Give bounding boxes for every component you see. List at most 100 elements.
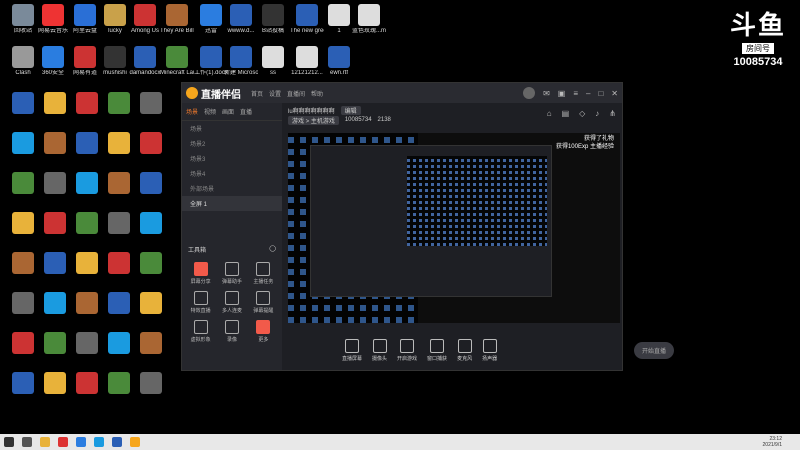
camera-button[interactable]: 摄像头 <box>372 338 387 362</box>
desktop-icon[interactable]: 阿里云盘 <box>68 4 102 35</box>
left-tab-0[interactable]: 场景 <box>186 107 198 116</box>
tool-item[interactable]: 多人连麦 <box>217 291 246 314</box>
desktop-icon[interactable] <box>70 172 104 194</box>
desktop-icon[interactable]: 蓝色玫瑰...mp4 <box>352 4 386 35</box>
desktop-icon[interactable]: 网易有道 <box>68 46 102 77</box>
left-tab-2[interactable]: 画面 <box>222 107 234 116</box>
tool-item[interactable]: 虚拟形象 <box>186 320 215 343</box>
shield-icon[interactable]: ◇ <box>579 109 585 118</box>
tool-item[interactable]: 弹幕助手 <box>217 262 246 285</box>
tool-item[interactable]: 屏幕分享 <box>186 262 215 285</box>
close-icon[interactable]: ✕ <box>611 89 618 98</box>
desktop-icon[interactable]: mushishi <box>98 46 132 77</box>
desktop-icon[interactable]: wwww.d... <box>224 4 258 35</box>
explorer-icon[interactable] <box>40 437 50 447</box>
desktop-icon[interactable] <box>70 292 104 314</box>
desktop-icon[interactable] <box>6 372 40 394</box>
desktop-icon[interactable] <box>6 252 40 274</box>
minimize-icon[interactable]: – <box>586 89 590 98</box>
desktop-icon[interactable]: 12121212... <box>290 46 324 77</box>
desktop-icon[interactable] <box>6 292 40 314</box>
desktop-icon[interactable]: 迅雷 <box>194 4 228 35</box>
desktop-icon[interactable]: 网易云音乐 <box>36 4 70 35</box>
toolbox-toggle-icon[interactable]: ◯ <box>269 245 276 254</box>
desktop-icon[interactable]: 新建 Microsoft... <box>224 46 258 77</box>
scene-item[interactable]: 场景 <box>182 121 282 136</box>
tab-0[interactable]: 首页 <box>251 89 263 98</box>
menu-icon[interactable]: ≡ <box>573 89 578 98</box>
desktop-icon[interactable]: The new green... <box>290 4 324 35</box>
desktop-icon[interactable] <box>38 332 72 354</box>
desktop-icon[interactable]: lucky <box>98 4 132 35</box>
maximize-icon[interactable]: □ <box>598 89 603 98</box>
tab-3[interactable]: 帮助 <box>311 89 323 98</box>
desktop-icon[interactable] <box>102 252 136 274</box>
desktop-icon[interactable]: 360安全 <box>36 46 70 77</box>
message-icon[interactable]: ✉ <box>543 89 550 98</box>
desktop-icon[interactable] <box>6 332 40 354</box>
desktop-icon[interactable] <box>102 212 136 234</box>
tool-item[interactable]: 弹幕提醒 <box>249 291 278 314</box>
desktop-icon[interactable] <box>38 372 72 394</box>
search-icon[interactable] <box>22 437 32 447</box>
desktop-icon[interactable] <box>102 332 136 354</box>
desktop-icon[interactable]: They Are Billions <box>160 4 194 35</box>
desktop-icon[interactable] <box>70 372 104 394</box>
desktop-icon[interactable] <box>38 92 72 114</box>
window-capture-button[interactable]: 窗口捕获 <box>427 338 447 362</box>
desktop-icon[interactable] <box>6 172 40 194</box>
desktop-icon[interactable] <box>134 212 168 234</box>
desktop-icon[interactable]: Clash <box>6 46 40 77</box>
desktop-icon[interactable]: 1 <box>322 4 356 35</box>
desktop-icon[interactable] <box>102 92 136 114</box>
desktop-icon[interactable]: ss <box>256 46 290 77</box>
start-icon[interactable] <box>4 437 14 447</box>
desktop-icon[interactable]: Among Us <box>128 4 162 35</box>
scene-item[interactable]: 场景3 <box>182 151 282 166</box>
desktop-icon[interactable] <box>102 132 136 154</box>
tool-item[interactable]: 更多 <box>249 320 278 343</box>
desktop-icon[interactable] <box>102 372 136 394</box>
game-button[interactable]: 开启游戏 <box>397 338 417 362</box>
tab-2[interactable]: 直播间 <box>287 89 305 98</box>
desktop-icon[interactable]: 回收站 <box>6 4 40 35</box>
desktop-icon[interactable]: ewn.rtf <box>322 46 356 77</box>
mic-button[interactable]: 麦克风 <box>457 338 472 362</box>
desktop-icon[interactable] <box>38 212 72 234</box>
tool-item[interactable]: 特效直播 <box>186 291 215 314</box>
desktop-icon[interactable] <box>6 92 40 114</box>
desktop-icon[interactable] <box>70 132 104 154</box>
scene-item[interactable]: 场景4 <box>182 166 282 181</box>
desktop-icon[interactable] <box>38 132 72 154</box>
desktop-icon[interactable] <box>102 172 136 194</box>
avatar[interactable] <box>523 87 536 99</box>
gift-icon[interactable]: ▣ <box>558 89 566 98</box>
edge-icon[interactable] <box>94 437 104 447</box>
live-companion-taskbar-icon[interactable] <box>130 437 140 447</box>
desktop-icon[interactable] <box>70 252 104 274</box>
desktop-icon[interactable]: Minecraft Launcher <box>160 46 194 77</box>
tool-item[interactable]: 主播任务 <box>249 262 278 285</box>
desktop-icon[interactable] <box>6 212 40 234</box>
gift-box-icon[interactable]: ▤ <box>562 109 570 118</box>
desktop-icon[interactable] <box>134 332 168 354</box>
screen-capture-button[interactable]: 直播屏幕 <box>342 338 362 362</box>
desktop-icon[interactable] <box>70 92 104 114</box>
desktop-icon[interactable] <box>134 252 168 274</box>
start-live-button[interactable]: 开始直播 <box>633 341 674 359</box>
desktop-icon[interactable] <box>134 92 168 114</box>
mail-icon[interactable] <box>76 437 86 447</box>
desktop-icon[interactable]: 工作(1).docx <box>194 46 228 77</box>
scene-item-active[interactable]: 全屏 1 <box>182 196 282 211</box>
desktop-icon[interactable] <box>38 252 72 274</box>
left-tab-3[interactable]: 直播 <box>240 107 252 116</box>
desktop-icon[interactable] <box>134 132 168 154</box>
desktop-icon[interactable] <box>134 372 168 394</box>
word-icon[interactable] <box>112 437 122 447</box>
desktop-icon[interactable]: damandocx <box>128 46 162 77</box>
tool-item[interactable]: 录像 <box>217 320 246 343</box>
scene-item[interactable]: 外部场景 <box>182 181 282 196</box>
desktop-icon[interactable] <box>70 212 104 234</box>
desktop-icon[interactable] <box>38 172 72 194</box>
speaker-button[interactable]: 扬声器 <box>482 338 497 362</box>
